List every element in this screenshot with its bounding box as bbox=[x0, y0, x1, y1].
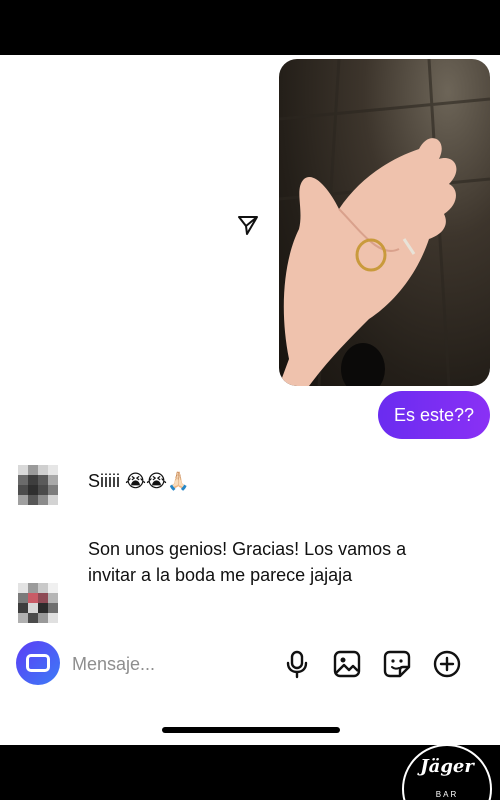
received-message[interactable]: Son unos genios! Gracias! Los vamos a in… bbox=[88, 536, 448, 588]
camera-icon bbox=[26, 654, 50, 672]
sent-message-bubble[interactable]: Es este?? bbox=[377, 391, 490, 439]
paper-plane-icon[interactable] bbox=[236, 213, 260, 237]
message-composer bbox=[16, 641, 484, 687]
sent-message-text: Es este?? bbox=[393, 405, 474, 425]
chat-screen: Es este?? Siiiii 😭😭🙏🏻 Son unos genios! G… bbox=[0, 55, 500, 745]
message-input[interactable] bbox=[72, 651, 272, 677]
status-bar-area bbox=[0, 0, 500, 55]
watermark-logo: Jäger BAR bbox=[402, 740, 492, 800]
logo-brand: Jäger bbox=[420, 756, 474, 777]
plus-circle-icon[interactable] bbox=[432, 649, 462, 679]
microphone-icon[interactable] bbox=[282, 649, 312, 679]
sent-photo[interactable] bbox=[279, 59, 490, 386]
logo-sub: BAR bbox=[435, 790, 459, 799]
home-indicator bbox=[162, 727, 340, 733]
received-message[interactable]: Siiiii 😭😭🙏🏻 bbox=[88, 468, 189, 494]
camera-button[interactable] bbox=[16, 641, 60, 685]
sticker-icon[interactable] bbox=[382, 649, 412, 679]
photo-hand-ring-image bbox=[279, 59, 490, 386]
avatar[interactable] bbox=[18, 583, 58, 623]
avatar[interactable] bbox=[18, 465, 58, 505]
image-icon[interactable] bbox=[332, 649, 362, 679]
